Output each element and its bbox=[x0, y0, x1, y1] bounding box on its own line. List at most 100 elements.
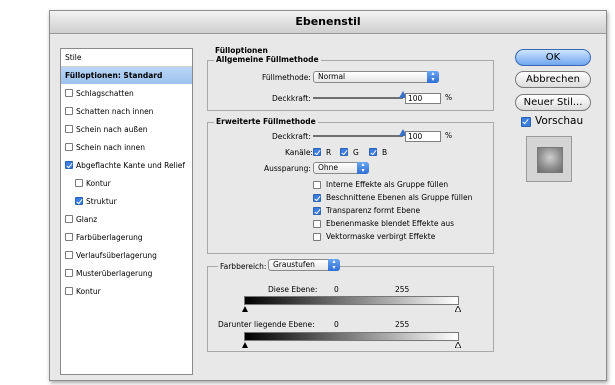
opacity-input[interactable]: 100 bbox=[405, 93, 441, 104]
knockout-value: Ohne bbox=[318, 163, 339, 172]
underlying-layer-max: 255 bbox=[395, 320, 410, 329]
sidebar-item[interactable]: Musterüberlagerung bbox=[61, 265, 192, 282]
sidebar-item-label: Schein nach außen bbox=[76, 125, 148, 134]
blend-mode-value: Normal bbox=[318, 72, 346, 81]
channels-label: Kanäle: bbox=[285, 148, 313, 157]
advanced-option-checkbox[interactable] bbox=[313, 233, 321, 241]
this-layer-max: 255 bbox=[395, 285, 410, 294]
this-layer-black-slider[interactable] bbox=[242, 306, 248, 312]
sidebar-item-checkbox[interactable] bbox=[65, 143, 73, 151]
select-arrows-icon: ▴ ▾ bbox=[328, 259, 340, 271]
sidebar-item[interactable]: Abgeflachte Kante und Relief bbox=[61, 157, 192, 174]
sidebar-item[interactable]: Fülloptionen: Standard bbox=[61, 67, 192, 84]
advanced-option-label: Vektormaske verbirgt Effekte bbox=[326, 232, 436, 241]
underlying-layer-label: Darunter liegende Ebene: bbox=[218, 320, 315, 329]
sidebar-item[interactable]: Schein nach innen bbox=[61, 139, 192, 156]
sidebar-item-label: Verlaufsüberlagerung bbox=[76, 251, 157, 260]
advanced-option-checkbox[interactable] bbox=[313, 181, 321, 189]
styles-list: Stile Fülloptionen: Standard Schlagschatt… bbox=[60, 48, 193, 375]
new-style-button[interactable]: Neuer Stil... bbox=[515, 94, 591, 111]
sidebar-item-checkbox[interactable] bbox=[75, 179, 83, 187]
select-arrows-icon: ▴ ▾ bbox=[357, 162, 369, 174]
sidebar-item-label: Kontur bbox=[76, 287, 101, 296]
sidebar-item-checkbox[interactable] bbox=[75, 197, 83, 205]
sidebar-item-label: Farbüberlagerung bbox=[76, 233, 143, 242]
blend-mode-label: Füllmethode: bbox=[262, 73, 311, 82]
channel-b-checkbox[interactable] bbox=[369, 148, 377, 156]
channel-r-label: R bbox=[326, 148, 332, 157]
this-layer-label: Diese Ebene: bbox=[268, 285, 318, 294]
sidebar-item-checkbox[interactable] bbox=[65, 89, 73, 97]
channel-g-checkbox[interactable] bbox=[340, 148, 348, 156]
sidebar-item-checkbox[interactable] bbox=[65, 161, 73, 169]
styles-list-header[interactable]: Stile bbox=[61, 49, 192, 67]
sidebar-item-label: Fülloptionen: Standard bbox=[65, 71, 163, 80]
knockout-select[interactable]: Ohne ▴ ▾ bbox=[313, 162, 369, 174]
advanced-option-checkbox[interactable] bbox=[313, 220, 321, 228]
channel-b-label: B bbox=[382, 148, 388, 157]
underlying-layer-black-slider[interactable] bbox=[242, 342, 248, 348]
fill-opacity-label: Deckkraft: bbox=[272, 132, 311, 141]
cancel-button[interactable]: Abbrechen bbox=[515, 71, 591, 88]
sidebar-item-label: Schatten nach innen bbox=[76, 107, 154, 116]
sidebar-item[interactable]: Struktur bbox=[61, 193, 192, 210]
sidebar-item-label: Schein nach innen bbox=[76, 143, 146, 152]
this-layer-min: 0 bbox=[334, 285, 339, 294]
this-layer-gradient[interactable] bbox=[244, 296, 459, 305]
advanced-blending-title: Erweiterte Füllmethode bbox=[214, 117, 318, 126]
blend-mode-select[interactable]: Normal ▴ ▾ bbox=[313, 71, 439, 83]
select-arrows-icon: ▴ ▾ bbox=[427, 71, 439, 83]
style-preview-swatch bbox=[526, 136, 572, 182]
general-blending-group bbox=[207, 60, 494, 111]
channel-r-checkbox[interactable] bbox=[313, 148, 321, 156]
underlying-layer-min: 0 bbox=[334, 320, 339, 329]
sidebar-item[interactable]: Verlaufsüberlagerung bbox=[61, 247, 192, 264]
sidebar-item-checkbox[interactable] bbox=[65, 125, 73, 133]
advanced-option-checkbox[interactable] bbox=[313, 207, 321, 215]
fill-opacity-slider-track[interactable] bbox=[313, 135, 403, 137]
sidebar-item[interactable]: Kontur bbox=[61, 175, 192, 192]
sidebar-item-label: Abgeflachte Kante und Relief bbox=[76, 161, 186, 170]
sidebar-item-checkbox[interactable] bbox=[65, 107, 73, 115]
channel-g-label: G bbox=[353, 148, 359, 157]
sidebar-item[interactable]: Schatten nach innen bbox=[61, 103, 192, 120]
blend-if-select[interactable]: Graustufen ▴ ▾ bbox=[268, 259, 340, 271]
opacity-unit: % bbox=[445, 93, 453, 102]
sidebar-item-label: Struktur bbox=[86, 197, 117, 206]
blend-if-label: Farbbereich: bbox=[218, 262, 269, 271]
knockout-label: Aussparung: bbox=[264, 164, 311, 173]
sidebar-item-label: Schlagschatten bbox=[76, 89, 134, 98]
opacity-label: Deckkraft: bbox=[272, 94, 311, 103]
advanced-option-label: Interne Effekte als Gruppe füllen bbox=[326, 180, 449, 189]
preview-thumbnail bbox=[537, 147, 563, 173]
dialog-title: Ebenenstil bbox=[50, 11, 606, 34]
general-blending-title: Allgemeine Füllmethode bbox=[214, 55, 321, 64]
fill-opacity-unit: % bbox=[445, 131, 453, 140]
sidebar-item[interactable]: Kontur bbox=[61, 283, 192, 300]
underlying-layer-white-slider[interactable] bbox=[455, 342, 461, 348]
blend-if-value: Graustufen bbox=[273, 260, 315, 269]
sidebar-item-checkbox[interactable] bbox=[65, 287, 73, 295]
fill-opacity-input[interactable]: 100 bbox=[405, 131, 441, 142]
sidebar-item-checkbox[interactable] bbox=[65, 233, 73, 241]
ok-button[interactable]: OK bbox=[515, 49, 591, 66]
sidebar-item[interactable]: Schlagschatten bbox=[61, 85, 192, 102]
sidebar-item-checkbox[interactable] bbox=[65, 215, 73, 223]
this-layer-white-slider[interactable] bbox=[455, 306, 461, 312]
preview-checkbox[interactable] bbox=[521, 117, 531, 127]
advanced-option-label: Beschnittene Ebenen als Gruppe füllen bbox=[326, 193, 473, 202]
sidebar-item-label: Musterüberlagerung bbox=[76, 269, 153, 278]
sidebar-item[interactable]: Schein nach außen bbox=[61, 121, 192, 138]
underlying-layer-gradient[interactable] bbox=[244, 332, 459, 341]
blending-options-title: Fülloptionen bbox=[213, 46, 270, 55]
sidebar-item[interactable]: Farbüberlagerung bbox=[61, 229, 192, 246]
sidebar-item[interactable]: Glanz bbox=[61, 211, 192, 228]
sidebar-item-checkbox[interactable] bbox=[65, 269, 73, 277]
sidebar-item-checkbox[interactable] bbox=[65, 251, 73, 259]
advanced-option-checkbox[interactable] bbox=[313, 194, 321, 202]
advanced-option-label: Transparenz formt Ebene bbox=[326, 206, 421, 215]
styles-header-label: Stile bbox=[65, 53, 82, 62]
preview-label: Vorschau bbox=[535, 115, 584, 127]
opacity-slider-track[interactable] bbox=[313, 97, 403, 99]
sidebar-item-label: Glanz bbox=[76, 215, 98, 224]
